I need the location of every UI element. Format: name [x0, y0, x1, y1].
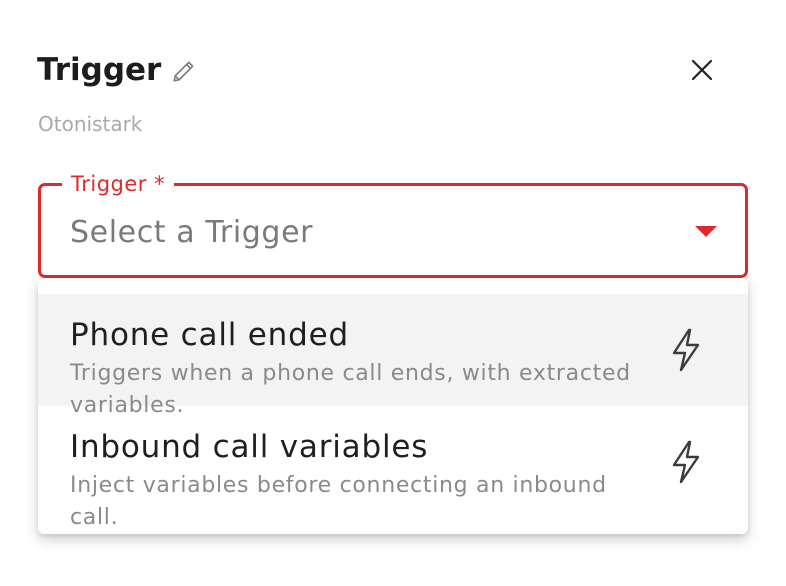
option-description: Inject variables before connecting an in…: [70, 473, 607, 530]
trigger-option-phone-call-ended[interactable]: Phone call ended Triggers when a phone c…: [38, 294, 748, 418]
panel-header: Trigger: [37, 50, 197, 90]
panel-subtitle: Otonistark: [38, 112, 143, 136]
trigger-option-inbound-call-variables[interactable]: Inbound call variables Inject variables …: [38, 406, 748, 530]
caret-down-icon[interactable]: [695, 226, 717, 237]
lightning-bolt-icon: [666, 326, 706, 374]
pencil-icon[interactable]: [171, 58, 197, 84]
trigger-panel: Trigger Otonistark Trigger * Select a Tr…: [0, 0, 786, 586]
option-title: Phone call ended: [70, 317, 349, 353]
trigger-select-placeholder: Select a Trigger: [70, 215, 314, 250]
panel-title: Trigger: [37, 52, 162, 88]
trigger-select[interactable]: Trigger * Select a Trigger: [38, 171, 748, 278]
close-button[interactable]: [684, 52, 720, 88]
lightning-bolt-icon: [666, 438, 706, 486]
trigger-select-label: Trigger *: [62, 171, 175, 197]
trigger-dropdown-menu: Phone call ended Triggers when a phone c…: [38, 278, 748, 534]
close-icon: [691, 59, 713, 81]
option-title: Inbound call variables: [70, 429, 429, 465]
